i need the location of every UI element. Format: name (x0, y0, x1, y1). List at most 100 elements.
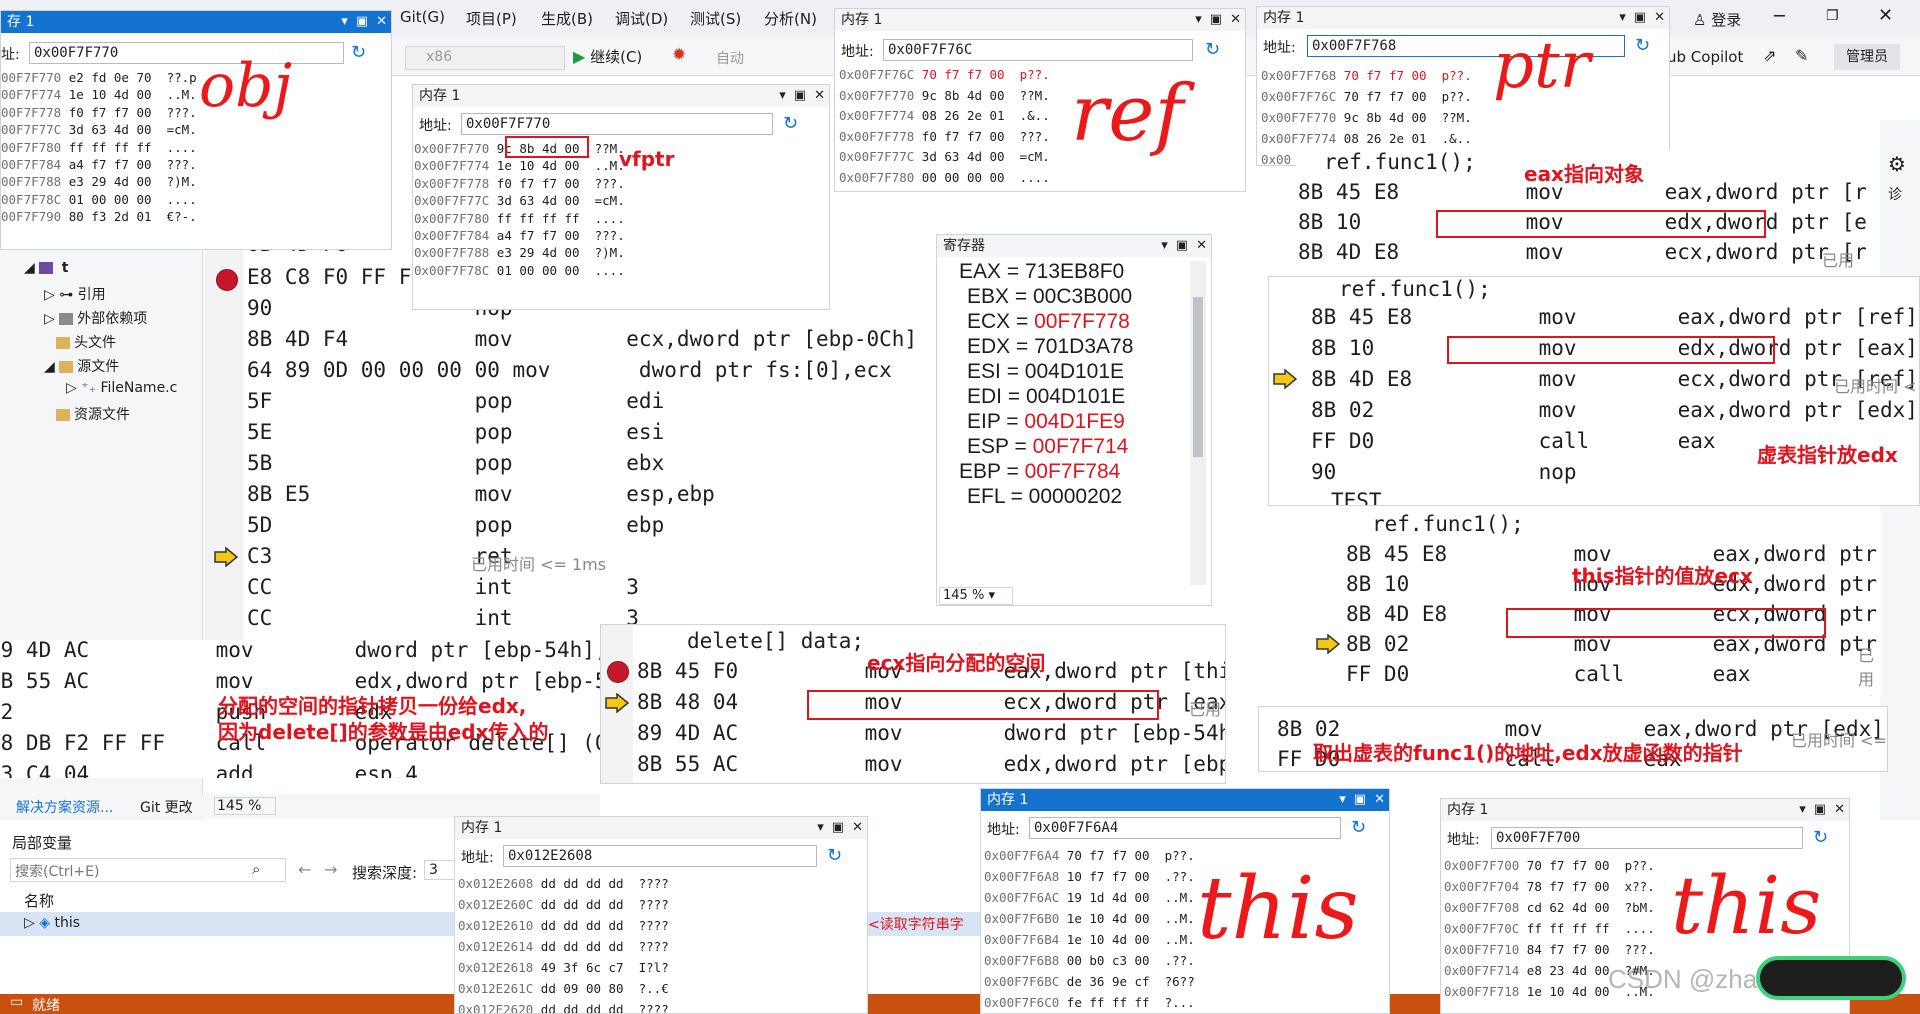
source-line: TEST (1331, 489, 1382, 506)
platform-select[interactable]: x86 (405, 46, 565, 70)
close-icon[interactable]: ✕ (814, 85, 825, 107)
register-value: 713EB8F0 (1024, 260, 1125, 283)
dropdown-icon[interactable]: ▾ (779, 85, 786, 107)
copilot-label[interactable]: ub Copilot (1667, 48, 1743, 66)
menu-git[interactable]: Git(G) (400, 8, 445, 26)
tree-item-headers[interactable]: 头文件 (56, 332, 116, 352)
locals-search[interactable]: 搜索(Ctrl+E) (10, 858, 286, 882)
register-name: EIP (967, 410, 1001, 433)
maximize-icon[interactable]: ▣ (1354, 789, 1366, 811)
address-input[interactable]: 0x00F7F700 (1491, 827, 1803, 849)
maximize-icon[interactable]: ▣ (356, 11, 368, 33)
close-window-icon[interactable]: ✕ (1878, 5, 1893, 26)
tab-git-changes[interactable]: Git 更改 (140, 797, 193, 817)
close-icon[interactable]: ✕ (376, 11, 387, 33)
dropdown-icon[interactable]: ▾ (1161, 235, 1168, 257)
editor-zoom[interactable]: 145 % (214, 797, 277, 815)
memory-row: 0x00F7F76C 70 f7 f7 00 p??. (1261, 89, 1472, 104)
search-icon[interactable]: ⌕ (252, 860, 260, 878)
tree-label: 外部依赖项 (77, 311, 148, 327)
refresh-icon[interactable]: ↻ (1351, 817, 1366, 838)
scroll-thumb[interactable] (1193, 297, 1203, 457)
maximize-icon[interactable]: ▣ (1634, 7, 1646, 29)
close-icon[interactable]: ✕ (1654, 7, 1665, 29)
solution-root[interactable]: ◢ t (24, 260, 68, 276)
disasm-line: 5F pop edi (247, 389, 665, 413)
zoom-select[interactable]: 145 % ▾ (939, 587, 1013, 605)
search-placeholder: 搜索(Ctrl+E) (15, 864, 100, 880)
address-input[interactable]: 0x012E2608 (503, 845, 817, 867)
continue-button[interactable]: ▶ 继续(C) (573, 46, 642, 67)
address-input[interactable]: 0x00F7F770 (461, 113, 773, 135)
address-input[interactable]: 0x00F7F770 (29, 42, 344, 64)
refresh-icon[interactable]: ↻ (351, 42, 366, 63)
menu-debug[interactable]: 调试(D) (615, 8, 668, 29)
memory-row: 0x012E2608 dd dd dd dd ???? (458, 876, 669, 891)
menu-test[interactable]: 测试(S) (690, 8, 741, 29)
breakpoint-icon[interactable] (607, 661, 629, 683)
refresh-icon[interactable]: ↻ (1813, 827, 1828, 848)
maximize-icon[interactable]: ▣ (1176, 235, 1188, 257)
memory-window-obj: 存 1 ▾ ▣ ✕ 址: 0x00F7F770 ↻ 00F7F770 e2 fd 0… (0, 10, 392, 250)
menu-project[interactable]: 项目(P) (466, 8, 517, 29)
handwritten-this: this (1671, 859, 1822, 952)
refresh-icon[interactable]: ↻ (827, 845, 842, 866)
memory-title: 内存 1 (1447, 802, 1489, 818)
elapsed-time: 已用时 (1822, 251, 1855, 270)
restore-icon[interactable]: ❐ (1826, 8, 1839, 24)
register-name: EBP (959, 460, 1001, 483)
registers-title: 寄存器 (943, 238, 985, 254)
auto-select[interactable]: 自动 (716, 48, 744, 68)
tree-item-sources[interactable]: ◢ 源文件 (44, 356, 119, 376)
tree-item-file[interactable]: ▷ ⁺₊ FileName.c (66, 380, 177, 396)
register-value: 00F7F714 (1032, 435, 1129, 458)
tree-item-resources[interactable]: 资源文件 (56, 404, 130, 424)
diagnostics-label[interactable]: 诊 (1888, 184, 1902, 204)
close-icon[interactable]: ✕ (1374, 789, 1385, 811)
register-value: 00F7F784 (1024, 460, 1121, 483)
back-icon[interactable]: ← (298, 860, 311, 879)
tree-item-references[interactable]: ▷ ⊶ 引用 (44, 284, 106, 304)
dropdown-icon[interactable]: ▾ (1799, 799, 1806, 821)
login-link[interactable]: ♙ 登录 (1693, 9, 1741, 30)
memory-row: 0x00F7F6C0 fe ff ff ff ?... (984, 995, 1195, 1010)
tab-solution-explorer[interactable]: 解决方案资源... (16, 797, 113, 817)
refresh-icon[interactable]: ↻ (783, 113, 798, 134)
registers-scrollbar[interactable] (1190, 261, 1206, 585)
dropdown-icon[interactable]: ▾ (341, 11, 348, 33)
locals-row[interactable]: ▷ ◈ this (0, 912, 460, 936)
depth-select[interactable]: 3 (424, 860, 456, 880)
dropdown-icon[interactable]: ▾ (1339, 789, 1346, 811)
maximize-icon[interactable]: ▣ (1814, 799, 1826, 821)
memory-content: 0x00F7F6A4 70 f7 f7 00 p??. 0x00F7F6A8 1… (984, 845, 1195, 1013)
share-icon[interactable]: ⇗ (1763, 46, 1776, 65)
maximize-icon[interactable]: ▣ (1210, 9, 1222, 31)
address-input[interactable]: 0x00F7F6A4 (1029, 817, 1341, 839)
memory-window-this-1: 内存 1 ▾ ▣ ✕ 地址: 0x00F7F6A4 ↻ 0x00F7F6A4 70 … (980, 788, 1390, 1014)
close-icon[interactable]: ✕ (1230, 9, 1241, 31)
floating-widget[interactable] (1756, 956, 1906, 1000)
address-input[interactable]: 0x00F7F76C (883, 39, 1193, 61)
dropdown-icon[interactable]: ▾ (1619, 7, 1626, 29)
menu-build[interactable]: 生成(B) (541, 8, 593, 29)
refresh-icon[interactable]: ↻ (1205, 39, 1220, 60)
maximize-icon[interactable]: ▣ (832, 817, 844, 839)
minimize-icon[interactable]: ─ (1774, 6, 1785, 27)
menu-analyze[interactable]: 分析(N) (764, 8, 817, 29)
refresh-icon[interactable]: ↻ (1635, 35, 1650, 56)
disasm-snippet-1: ref.func1(); 8B 45 E8 mov eax,dword ptr … (1296, 150, 1866, 272)
fire-icon[interactable]: ✹ (672, 45, 686, 65)
forward-icon[interactable]: → (324, 860, 337, 879)
close-icon[interactable]: ✕ (852, 817, 863, 839)
close-icon[interactable]: ✕ (1196, 235, 1207, 257)
close-icon[interactable]: ✕ (1834, 799, 1845, 821)
maximize-icon[interactable]: ▣ (794, 85, 806, 107)
tree-item-external[interactable]: ▷ 外部依赖项 (44, 308, 147, 328)
breakpoint-icon[interactable] (216, 269, 238, 291)
dropdown-icon[interactable]: ▾ (1195, 9, 1202, 31)
memory-content: 00F7F770 e2 fd 0e 70 ??.p 00F7F774 1e 10… (1, 69, 197, 226)
feedback-icon[interactable]: ✎ (1795, 46, 1808, 65)
dropdown-icon[interactable]: ▾ (817, 817, 824, 839)
disasm-line: 64 89 0D 00 00 00 00 mov dword ptr fs:[0… (247, 358, 892, 382)
settings-icon[interactable]: ⚙ (1888, 152, 1906, 176)
